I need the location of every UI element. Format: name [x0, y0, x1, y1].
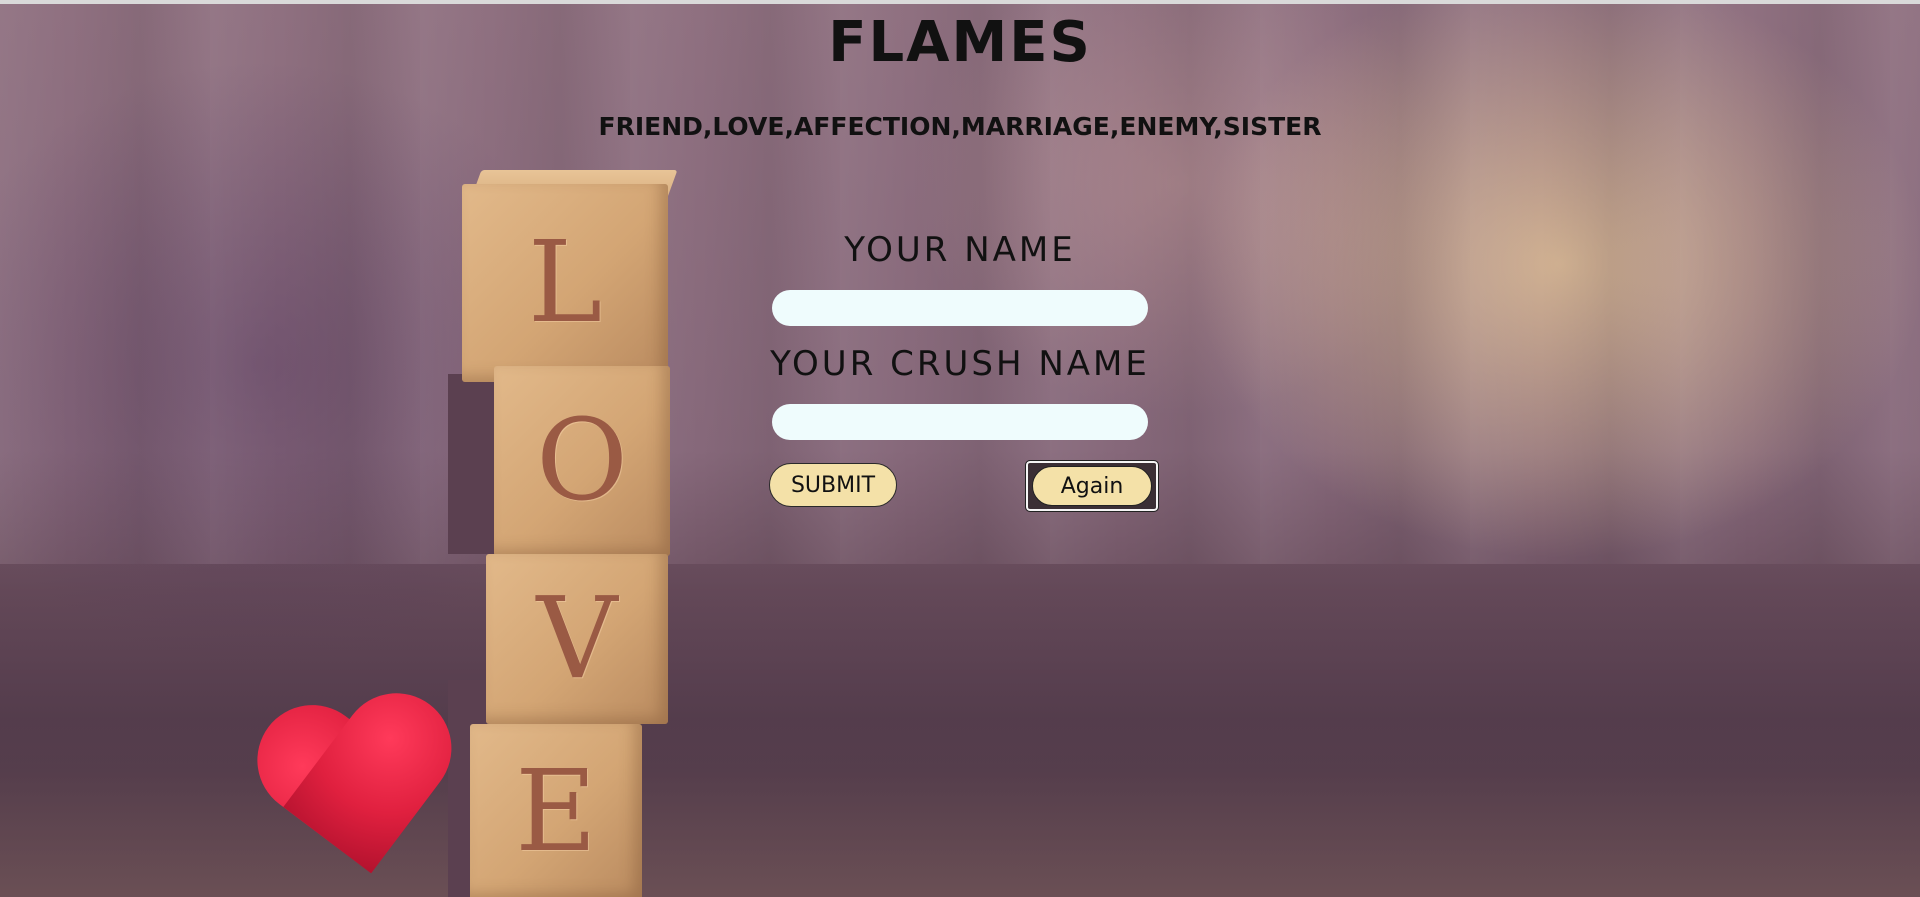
background-stripes — [0, 4, 1920, 564]
block-letter: V — [536, 574, 618, 704]
crush-name-label: YOUR CRUSH NAME — [770, 344, 1150, 384]
block-shadow — [448, 374, 498, 554]
block-e: E — [470, 724, 642, 897]
block-letter: E — [515, 747, 597, 877]
name-label: YOUR NAME — [844, 230, 1076, 270]
top-border — [0, 0, 1920, 4]
block-v: V — [486, 554, 668, 724]
page-subtitle: FRIEND,LOVE,AFFECTION,MARRIAGE,ENEMY,SIS… — [598, 112, 1322, 141]
crush-name-input[interactable] — [772, 404, 1148, 440]
submit-button[interactable]: SUBMIT — [769, 463, 897, 507]
name-input[interactable] — [772, 290, 1148, 326]
again-button[interactable]: Again — [1025, 460, 1159, 512]
block-l: L — [462, 184, 668, 382]
block-letter: O — [536, 396, 628, 526]
block-o: O — [494, 366, 670, 556]
page-title: FLAMES — [828, 10, 1092, 75]
heart-icon — [226, 668, 494, 897]
block-letter: L — [527, 218, 603, 348]
again-button-label: Again — [1032, 466, 1152, 506]
